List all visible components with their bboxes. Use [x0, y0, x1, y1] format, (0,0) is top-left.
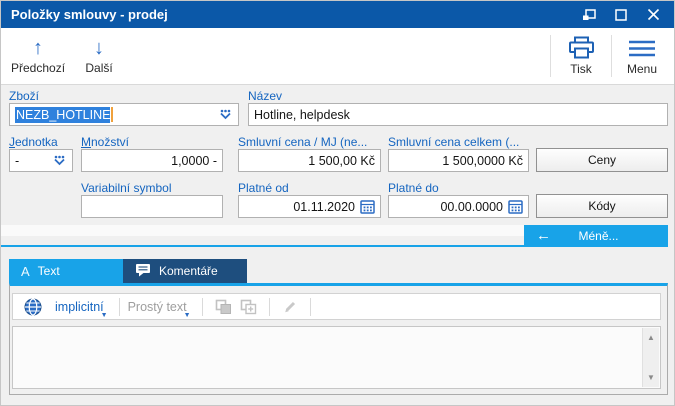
variable-symbol-field[interactable] — [81, 195, 223, 218]
prices-button-label: Ceny — [587, 153, 616, 167]
valid-to-value: 00.00.0000 — [440, 199, 503, 214]
lookup-picker-icon[interactable] — [218, 109, 233, 120]
text-caret — [111, 107, 114, 122]
name-field[interactable]: Hotline, helpdesk — [248, 103, 668, 126]
window-controls — [581, 7, 674, 23]
next-label: Další — [85, 60, 113, 75]
unit-value: - — [15, 153, 20, 168]
valid-to-label: Platné do — [388, 181, 439, 195]
editor-toolbar: implicitní▼ Prostý text▼ — [12, 293, 661, 320]
lookup-picker-icon[interactable] — [52, 155, 67, 166]
language-dropdown[interactable]: implicitní▼ — [55, 299, 111, 319]
titlebar: Položky smlouvy - prodej — [1, 1, 674, 28]
printer-icon — [568, 36, 595, 59]
form-bottom-strip — [1, 225, 524, 236]
main-toolbar: ↑ Předchozí ↓ Další Tisk Menu — [1, 28, 674, 85]
menu-button[interactable]: Menu — [614, 28, 670, 84]
text-content-area[interactable]: ▲ ▼ — [12, 326, 661, 389]
editor-separator — [268, 297, 270, 316]
less-button-label: Méně... — [578, 228, 619, 243]
valid-to-field[interactable]: 00.00.0000 — [388, 195, 529, 218]
window-title: Položky smlouvy - prodej — [11, 7, 168, 22]
format-dropdown-label: Prostý text — [127, 299, 187, 314]
tab-comments[interactable]: Komentáře — [123, 259, 247, 283]
unit-price-label: Smluvní cena / MJ (ne... — [238, 135, 368, 149]
total-price-value: 1 500,0000 Kč — [442, 153, 523, 168]
maximize-icon[interactable] — [613, 7, 629, 23]
previous-label: Předchozí — [11, 60, 66, 75]
hamburger-menu-icon — [628, 36, 656, 59]
print-button[interactable]: Tisk — [553, 28, 609, 84]
quantity-value: 1,0000 - — [171, 153, 217, 168]
arrow-up-icon: ↑ — [33, 36, 44, 59]
codes-button[interactable]: Kódy — [536, 194, 668, 218]
chevron-down-icon: ▼ — [183, 311, 191, 319]
edit-pencil-icon[interactable] — [282, 299, 298, 315]
variable-symbol-label: Variabilní symbol — [81, 181, 172, 195]
calendar-icon[interactable] — [360, 199, 375, 214]
copy-icon[interactable] — [215, 299, 232, 315]
quantity-label: Množství — [81, 135, 130, 149]
tab-comments-label: Komentáře — [159, 264, 218, 278]
format-dropdown[interactable]: Prostý text▼ — [127, 299, 194, 319]
print-label: Tisk — [570, 62, 592, 76]
unit-label: Jednotka — [9, 135, 58, 149]
text-a-icon: A — [21, 263, 30, 279]
valid-from-value: 01.11.2020 — [293, 199, 355, 214]
menu-label: Menu — [626, 62, 658, 76]
editor-separator — [201, 297, 203, 316]
valid-from-field[interactable]: 01.11.2020 — [238, 195, 381, 218]
text-editor-panel: implicitní▼ Prostý text▼ ▲ ▼ — [9, 283, 668, 395]
total-price-label: Smluvní cena celkem (... — [388, 135, 520, 149]
toolbar-separator — [550, 35, 551, 77]
unit-combo[interactable]: - — [9, 149, 73, 172]
quantity-field[interactable]: 1,0000 - — [81, 149, 223, 172]
name-label: Název — [248, 89, 283, 103]
unit-price-field[interactable]: 1 500,00 Kč — [238, 149, 381, 172]
vertical-scrollbar[interactable]: ▲ ▼ — [642, 328, 659, 387]
copy-add-icon[interactable] — [240, 299, 257, 315]
tab-text[interactable]: A Text — [9, 259, 123, 283]
previous-button[interactable]: ↑ Předchozí — [5, 28, 71, 84]
calendar-icon[interactable] — [508, 199, 523, 214]
editor-separator — [309, 297, 311, 316]
next-button[interactable]: ↓ Další — [71, 28, 127, 84]
total-price-field[interactable]: 1 500,0000 Kč — [388, 149, 529, 172]
arrow-left-icon: ← — [536, 227, 551, 244]
globe-icon — [24, 297, 42, 316]
float-window-icon[interactable] — [581, 7, 597, 23]
codes-button-label: Kódy — [588, 199, 616, 213]
goods-value-selected: NEZB_HOTLINE — [15, 106, 111, 123]
accent-divider — [1, 245, 668, 247]
dialog-window: Položky smlouvy - prodej ↑ Předchozí ↓ D… — [0, 0, 675, 406]
less-button[interactable]: ← Méně... — [524, 225, 668, 246]
comment-bubble-icon — [135, 263, 151, 280]
scroll-down-icon[interactable]: ▼ — [643, 368, 659, 387]
arrow-down-icon: ↓ — [94, 36, 105, 59]
unit-price-value: 1 500,00 Kč — [308, 153, 375, 168]
valid-from-label: Platné od — [238, 181, 289, 195]
name-value: Hotline, helpdesk — [254, 107, 350, 122]
prices-button[interactable]: Ceny — [536, 148, 668, 172]
goods-field[interactable]: NEZB_HOTLINE — [9, 103, 239, 126]
chevron-down-icon: ▼ — [100, 311, 108, 319]
tab-text-label: Text — [37, 264, 60, 278]
editor-separator — [118, 297, 120, 316]
close-icon[interactable] — [645, 7, 661, 23]
scroll-up-icon[interactable]: ▲ — [643, 328, 659, 347]
language-dropdown-label: implicitní — [55, 299, 104, 314]
goods-label: Zboží — [9, 89, 40, 103]
toolbar-separator — [611, 35, 612, 77]
